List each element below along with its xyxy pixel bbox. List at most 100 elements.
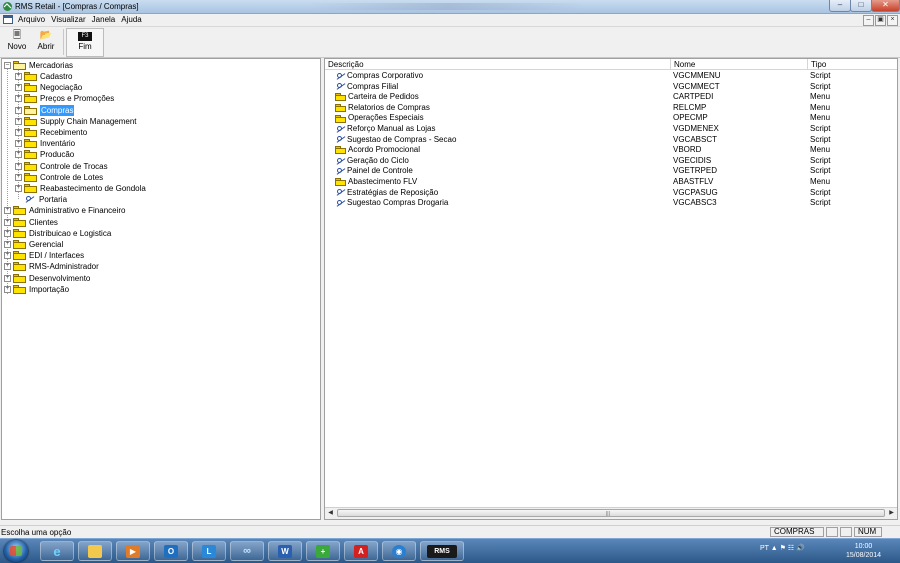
taskbar-acrobat[interactable]: A — [344, 541, 378, 561]
tree-node-importacao[interactable]: + Importação — [4, 284, 69, 295]
collapse-icon[interactable]: – — [4, 62, 11, 69]
expand-icon[interactable]: + — [15, 73, 22, 80]
fim-button[interactable]: F3 Fim — [66, 28, 104, 57]
tree-node-edi[interactable]: + EDI / Interfaces — [4, 250, 84, 261]
abrir-button[interactable]: 📂 Abrir — [32, 28, 60, 55]
expand-icon[interactable]: + — [4, 207, 11, 215]
maximize-button[interactable]: □ — [850, 0, 872, 12]
list-row[interactable]: Sugestao Compras Drogaria VGCABSC3 Script — [325, 198, 897, 209]
taskbar-app[interactable]: ∞ — [230, 541, 264, 561]
tree-node-reabastecimento[interactable]: + Reabastecimento de Gondola — [15, 183, 146, 194]
taskbar-explorer[interactable] — [78, 541, 112, 561]
expand-icon[interactable]: + — [15, 84, 22, 92]
taskbar-ie[interactable]: e — [40, 541, 74, 561]
tree-node-precos[interactable]: + Preços e Promoções — [15, 93, 114, 104]
scroll-left-icon[interactable]: ◀ — [326, 509, 335, 518]
expand-icon[interactable]: + — [4, 218, 11, 226]
menu-arquivo[interactable]: Arquivo — [18, 15, 45, 25]
tray-expand-icon[interactable]: ▲ — [771, 545, 778, 552]
expand-icon[interactable]: + — [15, 185, 22, 192]
tree-node-cadastro[interactable]: + Cadastro — [15, 71, 72, 82]
close-button[interactable]: ✕ — [871, 0, 900, 12]
tree-node-compras[interactable]: + Compras — [15, 104, 75, 116]
scroll-thumb[interactable]: ||| — [337, 509, 885, 517]
start-button[interactable] — [4, 540, 28, 562]
list-row[interactable]: Compras Filial VGCMMECT Script — [325, 82, 897, 93]
network-icon[interactable]: ☷ — [788, 545, 794, 552]
clock[interactable]: 10:00 15/08/2014 — [846, 542, 881, 560]
tree-node-producao[interactable]: + Producão — [15, 149, 74, 160]
tree-node-rms-admin[interactable]: + RMS-Administrador — [4, 261, 99, 272]
scroll-right-icon[interactable]: ▶ — [887, 509, 896, 518]
module-tree[interactable]: – Mercadorias + Cadastro + Negociação + … — [1, 58, 321, 520]
tree-node-inventario[interactable]: + Inventário — [15, 138, 75, 149]
column-header-nome[interactable]: Nome — [671, 59, 808, 70]
tree-node-negociacao[interactable]: + Negociação — [15, 82, 82, 93]
taskbar-app-2[interactable]: + — [306, 541, 340, 561]
cell-nome: VGCABSC3 — [673, 198, 717, 208]
mdi-close-button[interactable]: × — [887, 15, 898, 26]
taskbar-outlook[interactable]: O — [154, 541, 188, 561]
expand-icon[interactable]: + — [15, 106, 22, 114]
taskbar-media[interactable]: ▶ — [116, 541, 150, 561]
list-row[interactable]: Estratégias de Reposição VGCPASUG Script — [325, 188, 897, 199]
tree-node-distribuicao[interactable]: + Distribuicao e Logistica — [4, 228, 111, 239]
tree-node-gerencial[interactable]: + Gerencial — [4, 239, 63, 250]
item-list[interactable]: Descrição Nome Tipo Compras Corporativo V… — [324, 58, 898, 520]
menu-janela[interactable]: Janela — [92, 15, 116, 25]
column-header-descricao[interactable]: Descrição — [325, 59, 671, 70]
expand-icon[interactable]: + — [15, 151, 22, 159]
list-row[interactable]: Geração do Ciclo VGECIDIS Script — [325, 156, 897, 167]
flag-icon[interactable]: ⚑ — [780, 545, 786, 552]
list-row[interactable]: Abastecimento FLV ABASTFLV Menu — [325, 177, 897, 188]
tree-node-administrativo[interactable]: + Administrativo e Financeiro — [4, 205, 125, 216]
expand-icon[interactable]: + — [15, 129, 22, 136]
list-row[interactable]: Acordo Promocional VBORD Menu — [325, 145, 897, 156]
cell-descricao-text: Compras Corporativo — [347, 71, 424, 80]
mdi-restore-button[interactable]: ▣ — [875, 15, 886, 26]
list-row[interactable]: Operações Especiais OPECMP Menu — [325, 113, 897, 124]
expand-icon[interactable]: + — [15, 173, 22, 181]
tree-node-clientes[interactable]: + Clientes — [4, 217, 58, 228]
list-row[interactable]: Relatorios de Compras RELCMP Menu — [325, 103, 897, 114]
tree-node-controle-trocas[interactable]: + Controle de Trocas — [15, 161, 108, 172]
taskbar-word[interactable]: W — [268, 541, 302, 561]
expand-icon[interactable]: + — [4, 229, 11, 237]
window-title: RMS Retail - [Compras / Compras] — [15, 2, 139, 11]
mdi-minimize-button[interactable]: – — [863, 15, 874, 26]
tree-node-supply-chain[interactable]: + Supply Chain Management — [15, 116, 137, 127]
novo-button[interactable]: 🗏 Novo — [4, 28, 30, 55]
volume-icon[interactable]: 🔊 — [796, 545, 805, 552]
tree-node-desenvolvimento[interactable]: + Desenvolvimento — [4, 273, 90, 284]
tree-node-portaria[interactable]: Portaria — [24, 194, 67, 205]
taskbar-lync[interactable]: L — [192, 541, 226, 561]
tree-node-mercadorias[interactable]: – Mercadorias — [4, 60, 73, 71]
horizontal-scrollbar[interactable]: ◀ ||| ▶ — [325, 507, 897, 519]
expand-icon[interactable]: + — [15, 162, 22, 170]
tree-node-controle-lotes[interactable]: + Controle de Lotes — [15, 172, 103, 183]
list-row[interactable]: Painel de Controle VGETRPED Script — [325, 166, 897, 177]
expand-icon[interactable]: + — [4, 241, 11, 248]
mdi-child-icon[interactable] — [3, 15, 13, 24]
menu-visualizar[interactable]: Visualizar — [51, 15, 86, 25]
taskbar-app-3[interactable]: ◉ — [382, 541, 416, 561]
expand-icon[interactable]: + — [15, 117, 22, 125]
tree-node-recebimento[interactable]: + Recebimento — [15, 127, 87, 138]
expand-icon[interactable]: + — [4, 263, 11, 271]
toolbar-separator — [63, 29, 64, 55]
tree-node-label: Reabastecimento de Gondola — [40, 184, 146, 193]
list-row[interactable]: Reforço Manual as Lojas VGDMENEX Script — [325, 124, 897, 135]
list-row[interactable]: Carteira de Pedidos CARTPEDI Menu — [325, 92, 897, 103]
expand-icon[interactable]: + — [4, 252, 11, 260]
expand-icon[interactable]: + — [15, 140, 22, 148]
expand-icon[interactable]: + — [4, 274, 11, 282]
list-row[interactable]: Compras Corporativo VGCMMENU Script — [325, 71, 897, 82]
language-indicator[interactable]: PT — [760, 545, 769, 552]
menu-ajuda[interactable]: Ajuda — [121, 15, 141, 25]
list-row[interactable]: Sugestao de Compras - Secao VGCABSCT Scrip… — [325, 135, 897, 146]
expand-icon[interactable]: + — [15, 95, 22, 103]
expand-icon[interactable]: + — [4, 285, 11, 293]
minimize-button[interactable]: – — [829, 0, 851, 12]
taskbar-rms[interactable]: RMS — [420, 541, 464, 561]
column-header-tipo[interactable]: Tipo — [808, 59, 897, 70]
